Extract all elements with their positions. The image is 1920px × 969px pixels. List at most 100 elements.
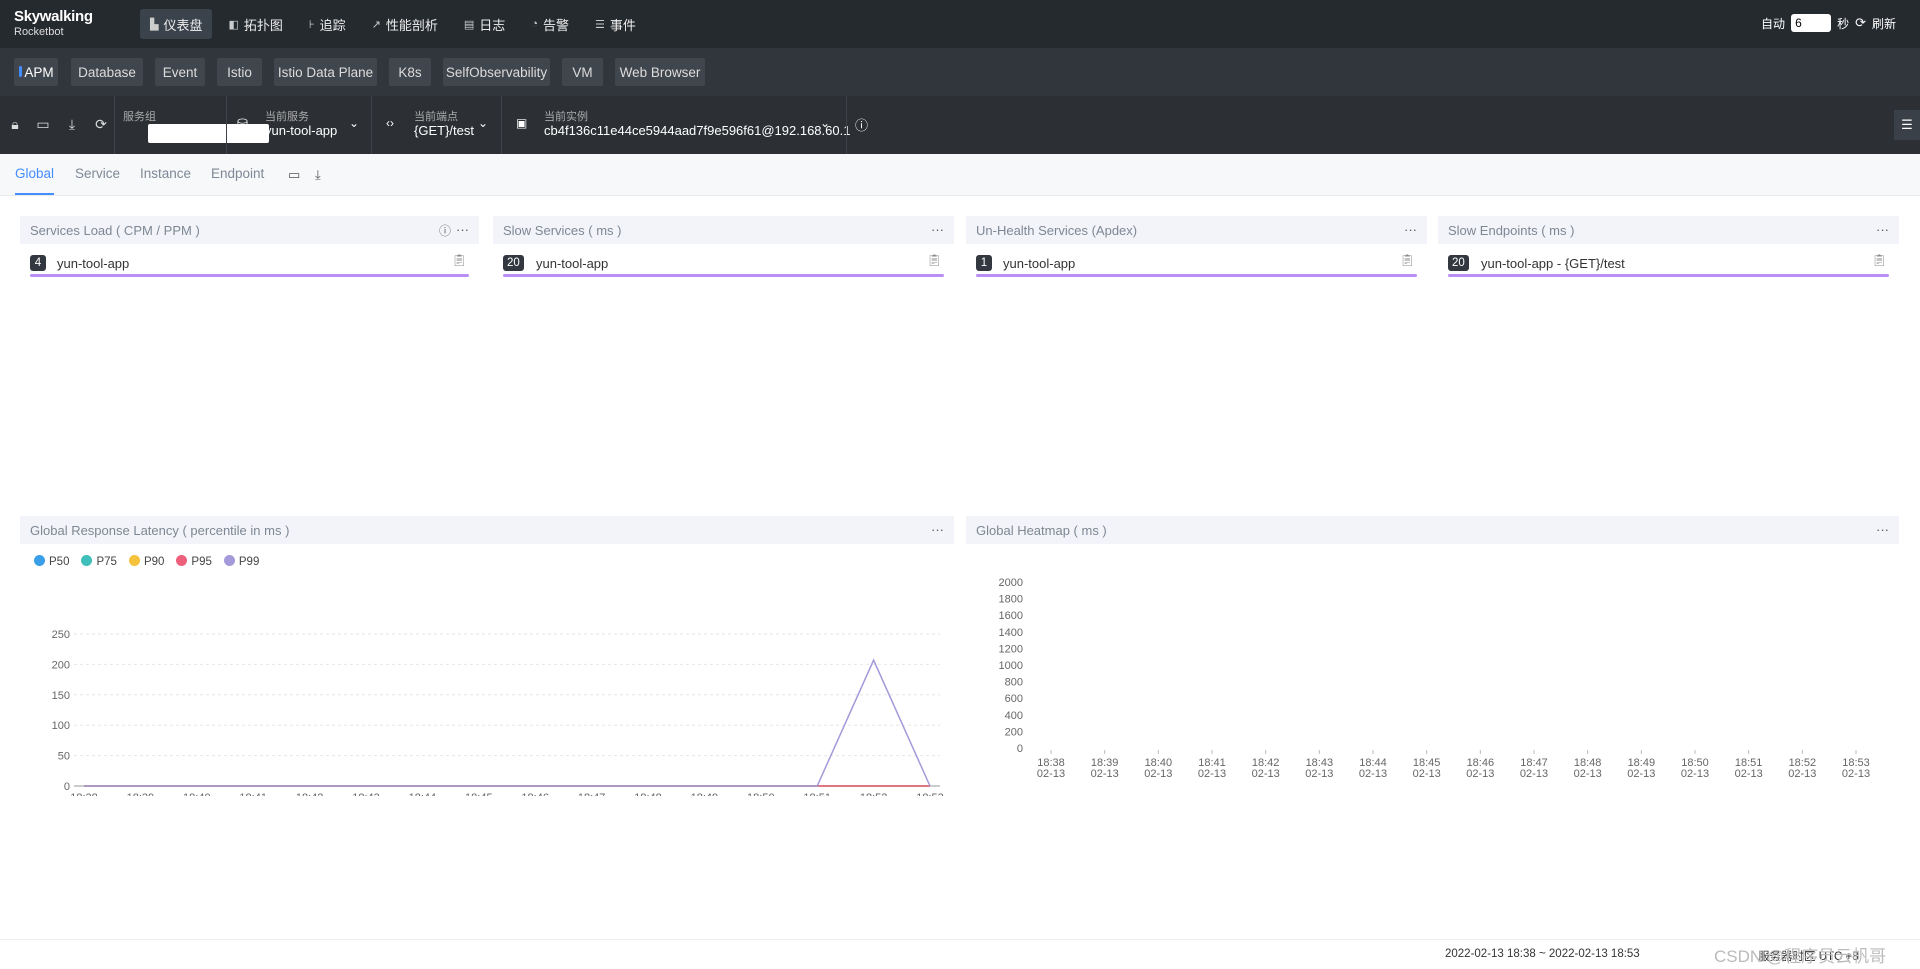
lock-icon[interactable]: 🔒︎ (6, 116, 24, 134)
info-button[interactable]: ⓘ (846, 96, 876, 154)
logo-subtitle: Rocketbot (14, 26, 64, 38)
rank-name[interactable]: yun-tool-app (1003, 256, 1075, 271)
topology-icon: ◧ (228, 18, 239, 31)
tab-endpoint[interactable]: Endpoint (211, 166, 264, 181)
more-icon[interactable]: ··· (931, 222, 944, 237)
refresh-icon[interactable]: ⟳ (1855, 15, 1866, 31)
nav-item-3[interactable]: ↗ 性能剖析 (362, 9, 448, 39)
rank-name[interactable]: yun-tool-app - {GET}/test (1481, 256, 1625, 271)
top-navbar: Skywalking Rocketbot ▙ 仪表盘 ◧ 拓扑图 ⊦ 追踪 ↗ 性能剖析 ▤ 日志… (0, 0, 1920, 48)
layer-vm[interactable]: VM (562, 58, 603, 86)
layer-apm[interactable]: APM (14, 58, 58, 86)
services-load-panel: Services Load ( CPM / PPM ) ⓘ ··· 4 yun-… (20, 216, 479, 280)
sidebar-toggle-button[interactable]: ☰ (1894, 110, 1920, 140)
x-tick-label: 18:52 (860, 792, 888, 796)
folder-icon[interactable]: ▭ (34, 116, 52, 134)
panel-title: Slow Endpoints ( ms ) (1448, 222, 1575, 238)
tab-global[interactable]: Global (15, 166, 55, 195)
x-tick-label: 02-13 (1252, 768, 1280, 780)
layer-istio-data-plane[interactable]: Istio Data Plane (274, 58, 377, 86)
clipboard-icon[interactable]: 📋︎ (1872, 253, 1887, 267)
list-item: 1 yun-tool-app 📋︎ (976, 252, 1417, 280)
x-tick-label: 02-13 (1788, 768, 1816, 780)
more-icon[interactable]: ··· (1404, 222, 1417, 237)
alarm-icon: ◔ (531, 18, 538, 30)
instance-value: cb4f136c11e44ce5944aad7f9e596f61@192.168… (544, 123, 851, 138)
clipboard-icon[interactable]: 📋︎ (452, 253, 467, 267)
clipboard-icon[interactable]: 📋︎ (1400, 253, 1415, 267)
latency-chart: 05010015020025018:3802-1318:3902-1318:40… (52, 629, 944, 796)
auto-label[interactable]: 自动 (1761, 15, 1785, 32)
nav-item-2[interactable]: ⊦ 追踪 (299, 9, 356, 39)
rank-name[interactable]: yun-tool-app (57, 256, 129, 271)
nav-label: 性能剖析 (385, 17, 438, 33)
layer-event[interactable]: Event (155, 58, 205, 86)
x-tick-label: 18:42 (296, 792, 324, 796)
selector-bar: 🔒︎ ▭ ⤓ ⟳ 服务组 ⛁ 当前服务 yun-tool-app ⌄ ‹› 当前… (0, 96, 1920, 154)
x-tick-label: 18:49 (691, 792, 719, 796)
x-tick-label: 18:53 (916, 792, 944, 796)
x-tick-label: 02-13 (1144, 768, 1172, 780)
nav-item-0[interactable]: ▙ 仪表盘 (140, 9, 213, 39)
panel-header: Slow Endpoints ( ms ) ··· (1438, 216, 1899, 244)
download-icon[interactable]: ⤓ (63, 116, 81, 134)
nav-item-5[interactable]: ◔ 告警 (521, 9, 579, 39)
nav-label: 仪表盘 (163, 17, 203, 33)
more-icon[interactable]: ··· (456, 222, 469, 237)
rank-bar (503, 274, 944, 277)
panel-title: Global Response Latency ( percentile in … (30, 522, 290, 538)
more-icon[interactable]: ··· (1876, 222, 1889, 237)
x-tick-label: 18:39 (127, 792, 155, 796)
layer-k8s[interactable]: K8s (389, 58, 431, 86)
nav-item-1[interactable]: ◧ 拓扑图 (218, 9, 292, 39)
download-icon[interactable]: ⤓ (315, 167, 321, 183)
x-tick-label: 18:50 (747, 792, 775, 796)
nav-label: 追踪 (319, 17, 346, 33)
main-nav: ▙ 仪表盘 ◧ 拓扑图 ⊦ 追踪 ↗ 性能剖析 ▤ 日志 ◔ 告警 ☰ 事件 (140, 9, 646, 39)
rank-value: 1 (976, 255, 992, 271)
refresh-button[interactable]: 刷新 (1872, 15, 1896, 32)
slow-services-panel: Slow Services ( ms ) ··· 20 yun-tool-app… (493, 216, 954, 280)
interval-unit: 秒 (1837, 16, 1850, 31)
nav-label: 事件 (609, 17, 636, 33)
more-icon[interactable]: ··· (931, 522, 944, 537)
nav-item-4[interactable]: ▤ 日志 (454, 9, 515, 39)
layer-web-browser[interactable]: Web Browser (615, 58, 705, 86)
tab-service[interactable]: Service (75, 166, 120, 181)
clipboard-icon[interactable]: 📋︎ (927, 253, 942, 267)
layer-selfobservability[interactable]: SelfObservability (443, 58, 550, 86)
x-tick-label: 02-13 (1091, 768, 1119, 780)
y-tick-label: 100 (52, 720, 70, 732)
y-tick-label: 1400 (999, 627, 1023, 639)
nav-item-6[interactable]: ☰ 事件 (585, 9, 646, 39)
layer-database[interactable]: Database (71, 58, 143, 86)
auto-refresh-controls: 自动 秒 ⟳ 刷新 (1761, 14, 1896, 32)
layer-tabs: APM Database Event Istio Istio Data Plan… (0, 48, 1920, 96)
logo[interactable]: Skywalking Rocketbot (14, 8, 93, 38)
more-icon[interactable]: ··· (1876, 522, 1889, 537)
log-icon: ▤ (463, 18, 475, 31)
info-icon[interactable]: ⓘ (439, 222, 451, 239)
rank-name[interactable]: yun-tool-app (536, 256, 608, 271)
endpoint-selector[interactable]: ‹› 当前端点 {GET}/test ⌄ (371, 96, 501, 154)
chevron-down-icon: ⌄ (820, 116, 831, 130)
reload-icon[interactable]: ⟳ (92, 116, 110, 134)
instance-selector[interactable]: ▣ 当前实例 cb4f136c11e44ce5944aad7f9e596f61@… (501, 96, 850, 154)
time-range[interactable]: 2022-02-13 18:38 ~ 2022-02-13 18:53 (1445, 948, 1640, 960)
panel-title: Global Heatmap ( ms ) (976, 522, 1107, 538)
x-tick-label: 02-13 (1037, 768, 1065, 780)
event-icon: ☰ (594, 18, 605, 31)
list-item: 4 yun-tool-app 📋︎ (30, 252, 469, 280)
layer-istio[interactable]: Istio (217, 58, 262, 86)
slow-endpoints-panel: Slow Endpoints ( ms ) ··· 20 yun-tool-ap… (1438, 216, 1899, 280)
instance-label: 当前实例 (544, 111, 588, 123)
auto-interval-input[interactable] (1791, 14, 1832, 32)
service-selector[interactable]: ⛁ 当前服务 yun-tool-app ⌄ (226, 96, 371, 154)
x-tick-label: 02-13 (1735, 768, 1763, 780)
endpoint-value: {GET}/test (414, 123, 474, 138)
rank-bar (30, 274, 469, 277)
folder-icon[interactable]: ▭ (288, 167, 300, 183)
tab-instance[interactable]: Instance (140, 166, 191, 181)
x-tick-label: 18:44 (409, 792, 437, 796)
panel-title: Un-Health Services (Apdex) (976, 222, 1138, 238)
